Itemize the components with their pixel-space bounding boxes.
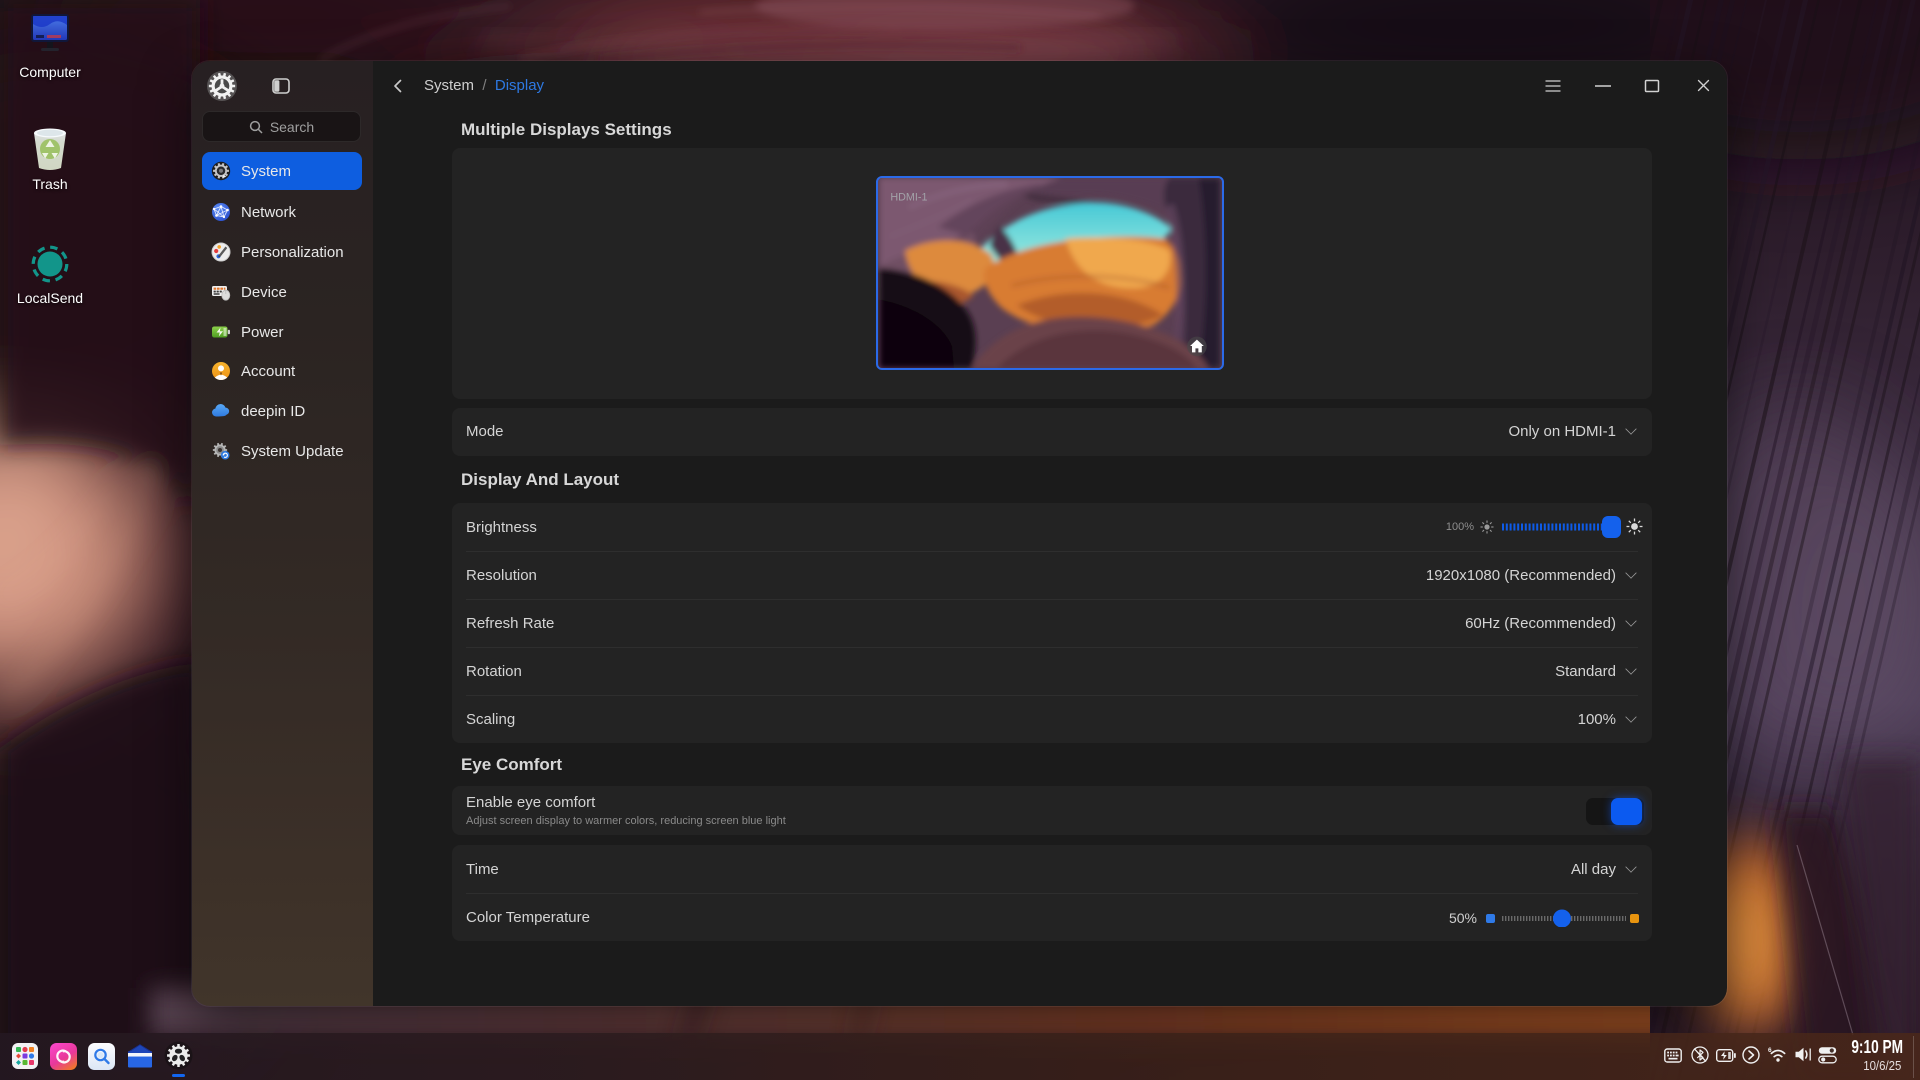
- svg-text:6: 6: [1768, 1047, 1772, 1054]
- svg-text:HDMI-1: HDMI-1: [890, 192, 927, 204]
